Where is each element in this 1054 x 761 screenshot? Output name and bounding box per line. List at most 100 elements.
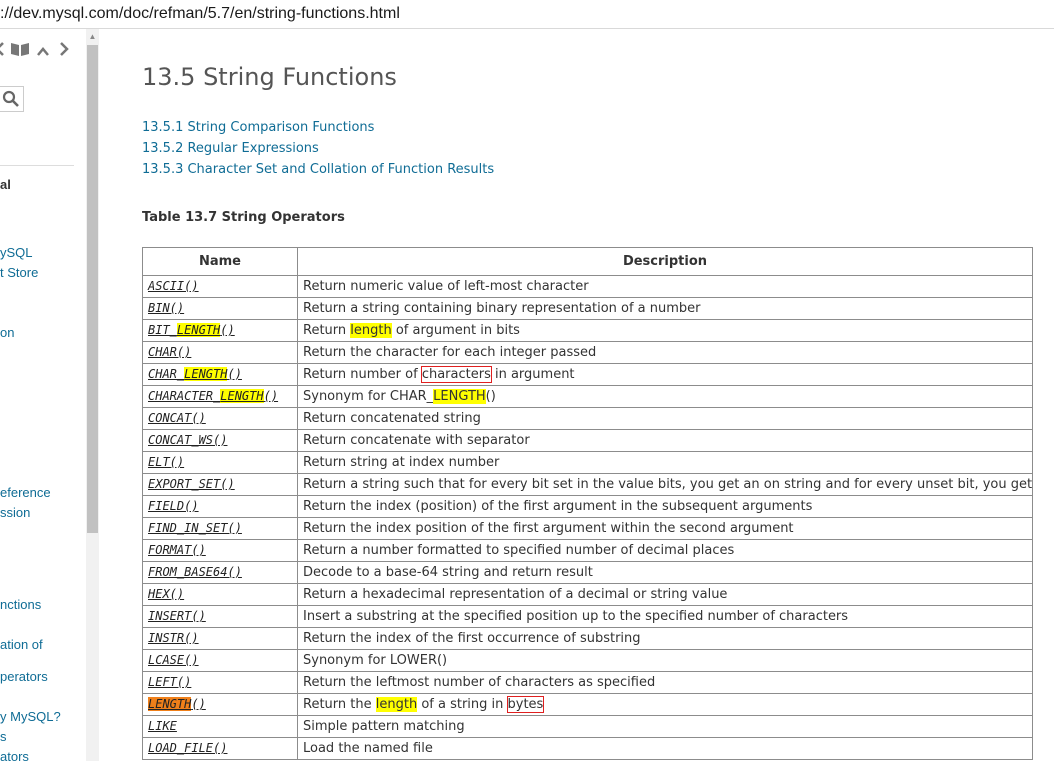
function-description-cell: Return the leftmost number of characters… [297,671,1033,694]
function-link[interactable]: LENGTH() [148,697,206,711]
function-link[interactable]: BIT_LENGTH() [148,323,235,337]
sidebar-item[interactable]: eference [0,485,51,500]
function-name-cell: LCASE() [142,649,298,672]
function-name-cell: INSTR() [142,627,298,650]
sidebar-item[interactable]: ators [0,749,29,761]
sidebar-item[interactable]: nctions [0,597,41,612]
scroll-up-arrow-icon[interactable]: ▲ [86,29,99,45]
function-name-cell: FORMAT() [142,539,298,562]
sidebar-item[interactable]: ySQL [0,245,33,260]
toc-item: 13.5.2 Regular Expressions [142,138,494,159]
column-header-description: Description [297,247,1033,276]
sidebar-search-button[interactable] [0,86,24,112]
function-link[interactable]: CONCAT() [148,411,206,425]
function-link[interactable]: ELT() [148,455,184,469]
function-name-cell: FIELD() [142,495,298,518]
function-link[interactable]: CHAR() [148,345,191,359]
sidebar-scrollbar[interactable]: ▲ [86,29,99,761]
chevron-right-icon[interactable] [58,41,70,62]
sidebar-divider [0,165,74,166]
table-row: CHAR_LENGTH() Return number of characters… [142,363,1033,386]
function-link[interactable]: FORMAT() [148,543,206,557]
chevron-left-icon[interactable] [0,41,6,62]
function-name-cell: ASCII() [142,275,298,298]
table-row: LOAD_FILE() Load the named file [142,737,1033,760]
function-name-cell: BIT_LENGTH() [142,319,298,342]
search-icon [2,90,19,107]
function-description-cell: Return number of characters in argument [297,363,1033,386]
address-bar[interactable]: ://dev.mysql.com/doc/refman/5.7/en/strin… [0,0,1054,29]
sidebar-item[interactable]: ssion [0,505,30,520]
sidebar-toolbar [0,39,90,63]
sidebar-item[interactable]: s [0,729,7,744]
table-row: FROM_BASE64() Decode to a base-64 string … [142,561,1033,584]
sidebar-item[interactable]: t Store [0,265,38,280]
sidebar-item[interactable]: perators [0,669,48,684]
function-link[interactable]: CONCAT_WS() [148,433,227,447]
function-link[interactable]: LOAD_FILE() [148,741,227,755]
toc-link[interactable]: 13.5.1 String Comparison Functions [142,120,374,135]
function-name-cell: HEX() [142,583,298,606]
toc-item: 13.5.1 String Comparison Functions [142,117,494,138]
function-link[interactable]: HEX() [148,587,184,601]
toc-link[interactable]: 13.5.3 Character Set and Collation of Fu… [142,162,494,177]
function-name-cell: LIKE [142,715,298,738]
function-link[interactable]: LEFT() [148,675,191,689]
function-description-cell: Return the index of the first occurrence… [297,627,1033,650]
function-link[interactable]: INSERT() [148,609,206,623]
scrollbar-thumb[interactable] [87,45,98,533]
function-description-cell: Return a hexadecimal representation of a… [297,583,1033,606]
string-operators-table: Name Description ASCII() Return numeric v… [142,247,1033,760]
function-name-cell: CHAR_LENGTH() [142,363,298,386]
function-description-cell: Return the length of a string in bytes [297,693,1033,716]
table-row: FIELD() Return the index (position) of th… [142,495,1033,518]
function-link[interactable]: CHARACTER_LENGTH() [148,389,278,403]
table-row: LCASE() Synonym for LOWER() [142,649,1033,672]
section-toc: 13.5.1 String Comparison Functions 13.5.… [142,117,494,180]
function-description-cell: Insert a substring at the specified posi… [297,605,1033,628]
table-caption: Table 13.7 String Operators [142,210,345,225]
function-description-cell: Load the named file [297,737,1033,760]
table-row: FORMAT() Return a number formatted to spe… [142,539,1033,562]
function-name-cell: EXPORT_SET() [142,473,298,496]
function-description-cell: Return the index (position) of the first… [297,495,1033,518]
url-text[interactable]: ://dev.mysql.com/doc/refman/5.7/en/strin… [0,5,400,22]
function-description-cell: Return numeric value of left-most charac… [297,275,1033,298]
sidebar-item[interactable]: al [0,177,11,192]
table-row: ASCII() Return numeric value of left-most… [142,275,1033,298]
page-title: 13.5 String Functions [142,63,397,91]
table-row: ELT() Return string at index number [142,451,1033,474]
sidebar-item[interactable]: ation of [0,637,43,652]
table-row: INSTR() Return the index of the first occ… [142,627,1033,650]
function-name-cell: LEFT() [142,671,298,694]
function-link[interactable]: LIKE [148,719,177,733]
function-description-cell: Simple pattern matching [297,715,1033,738]
book-icon[interactable] [10,41,30,62]
function-link[interactable]: FIELD() [148,499,199,513]
function-name-cell: BIN() [142,297,298,320]
function-link[interactable]: FROM_BASE64() [148,565,242,579]
function-name-cell: CHAR() [142,341,298,364]
function-description-cell: Return the character for each integer pa… [297,341,1033,364]
sidebar-item[interactable]: on [0,325,14,340]
function-link[interactable]: FIND_IN_SET() [148,521,242,535]
table-header-row: Name Description [142,247,1033,276]
function-link[interactable]: EXPORT_SET() [148,477,235,491]
sidebar-item[interactable]: y MySQL? [0,709,61,724]
function-link[interactable]: INSTR() [148,631,199,645]
function-name-cell: LOAD_FILE() [142,737,298,760]
function-link[interactable]: LCASE() [148,653,199,667]
function-link[interactable]: BIN() [148,301,184,315]
table-row: LENGTH() Return the length of a string in… [142,693,1033,716]
toc-link[interactable]: 13.5.2 Regular Expressions [142,141,319,156]
table-row: BIN() Return a string containing binary r… [142,297,1033,320]
table-row: CHAR() Return the character for each inte… [142,341,1033,364]
chevron-up-icon[interactable] [36,41,50,62]
function-name-cell: LENGTH() [142,693,298,716]
function-description-cell: Return length of argument in bits [297,319,1033,342]
function-name-cell: INSERT() [142,605,298,628]
table-row: BIT_LENGTH() Return length of argument in… [142,319,1033,342]
function-link[interactable]: ASCII() [148,279,199,293]
function-link[interactable]: CHAR_LENGTH() [148,367,242,381]
function-description-cell: Return concatenate with separator [297,429,1033,452]
